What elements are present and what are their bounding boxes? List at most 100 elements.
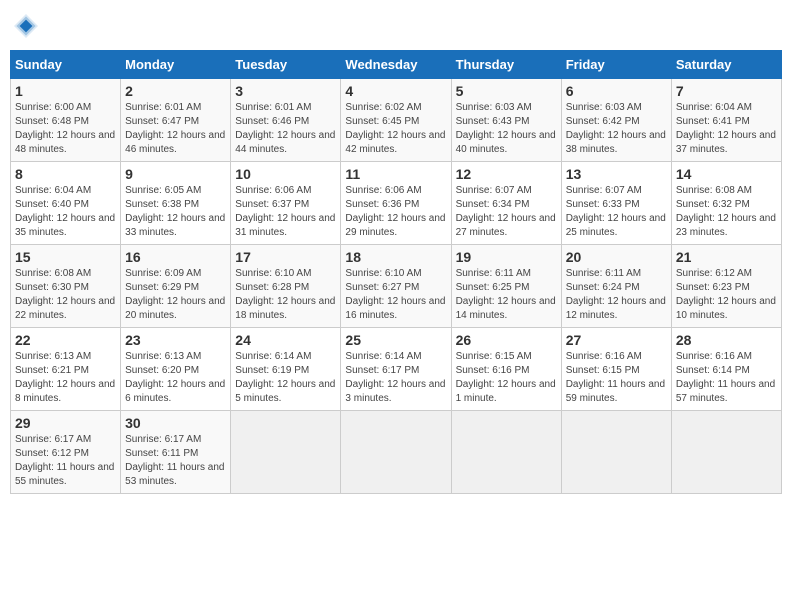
- calendar-body: 1 Sunrise: 6:00 AMSunset: 6:48 PMDayligh…: [11, 79, 782, 494]
- day-detail: Sunrise: 6:08 AMSunset: 6:32 PMDaylight:…: [676, 185, 776, 238]
- calendar-cell: 29 Sunrise: 6:17 AMSunset: 6:12 PMDaylig…: [11, 411, 121, 494]
- calendar-cell: [671, 411, 781, 494]
- calendar-cell: [561, 411, 671, 494]
- calendar-cell: 28 Sunrise: 6:16 AMSunset: 6:14 PMDaylig…: [671, 328, 781, 411]
- day-number: 7: [676, 83, 777, 99]
- day-detail: Sunrise: 6:06 AMSunset: 6:36 PMDaylight:…: [345, 185, 445, 238]
- calendar-week-1: 1 Sunrise: 6:00 AMSunset: 6:48 PMDayligh…: [11, 79, 782, 162]
- day-detail: Sunrise: 6:16 AMSunset: 6:14 PMDaylight:…: [676, 351, 775, 404]
- col-thursday: Thursday: [451, 51, 561, 79]
- day-number: 17: [235, 249, 336, 265]
- day-number: 11: [345, 166, 446, 182]
- calendar-cell: 15 Sunrise: 6:08 AMSunset: 6:30 PMDaylig…: [11, 245, 121, 328]
- calendar-cell: 23 Sunrise: 6:13 AMSunset: 6:20 PMDaylig…: [121, 328, 231, 411]
- logo: [10, 10, 46, 42]
- day-number: 21: [676, 249, 777, 265]
- day-detail: Sunrise: 6:08 AMSunset: 6:30 PMDaylight:…: [15, 268, 115, 321]
- calendar-cell: 13 Sunrise: 6:07 AMSunset: 6:33 PMDaylig…: [561, 162, 671, 245]
- col-sunday: Sunday: [11, 51, 121, 79]
- day-number: 5: [456, 83, 557, 99]
- day-number: 14: [676, 166, 777, 182]
- day-number: 6: [566, 83, 667, 99]
- calendar-cell: 24 Sunrise: 6:14 AMSunset: 6:19 PMDaylig…: [231, 328, 341, 411]
- day-detail: Sunrise: 6:04 AMSunset: 6:41 PMDaylight:…: [676, 102, 776, 155]
- day-detail: Sunrise: 6:13 AMSunset: 6:20 PMDaylight:…: [125, 351, 225, 404]
- calendar-cell: 16 Sunrise: 6:09 AMSunset: 6:29 PMDaylig…: [121, 245, 231, 328]
- day-detail: Sunrise: 6:17 AMSunset: 6:11 PMDaylight:…: [125, 434, 224, 487]
- calendar-table: Sunday Monday Tuesday Wednesday Thursday…: [10, 50, 782, 494]
- calendar-cell: [451, 411, 561, 494]
- day-detail: Sunrise: 6:02 AMSunset: 6:45 PMDaylight:…: [345, 102, 445, 155]
- day-number: 9: [125, 166, 226, 182]
- day-detail: Sunrise: 6:10 AMSunset: 6:27 PMDaylight:…: [345, 268, 445, 321]
- day-detail: Sunrise: 6:12 AMSunset: 6:23 PMDaylight:…: [676, 268, 776, 321]
- day-number: 8: [15, 166, 116, 182]
- header: [10, 10, 782, 42]
- day-detail: Sunrise: 6:06 AMSunset: 6:37 PMDaylight:…: [235, 185, 335, 238]
- day-number: 20: [566, 249, 667, 265]
- calendar-cell: [341, 411, 451, 494]
- day-number: 16: [125, 249, 226, 265]
- day-detail: Sunrise: 6:10 AMSunset: 6:28 PMDaylight:…: [235, 268, 335, 321]
- calendar-cell: 11 Sunrise: 6:06 AMSunset: 6:36 PMDaylig…: [341, 162, 451, 245]
- calendar-cell: [231, 411, 341, 494]
- day-number: 15: [15, 249, 116, 265]
- day-detail: Sunrise: 6:01 AMSunset: 6:46 PMDaylight:…: [235, 102, 335, 155]
- calendar-cell: 20 Sunrise: 6:11 AMSunset: 6:24 PMDaylig…: [561, 245, 671, 328]
- calendar-cell: 27 Sunrise: 6:16 AMSunset: 6:15 PMDaylig…: [561, 328, 671, 411]
- day-number: 30: [125, 415, 226, 431]
- day-detail: Sunrise: 6:07 AMSunset: 6:34 PMDaylight:…: [456, 185, 556, 238]
- col-wednesday: Wednesday: [341, 51, 451, 79]
- day-number: 19: [456, 249, 557, 265]
- calendar-cell: 8 Sunrise: 6:04 AMSunset: 6:40 PMDayligh…: [11, 162, 121, 245]
- calendar-cell: 4 Sunrise: 6:02 AMSunset: 6:45 PMDayligh…: [341, 79, 451, 162]
- day-number: 22: [15, 332, 116, 348]
- day-number: 25: [345, 332, 446, 348]
- calendar-cell: 10 Sunrise: 6:06 AMSunset: 6:37 PMDaylig…: [231, 162, 341, 245]
- day-detail: Sunrise: 6:09 AMSunset: 6:29 PMDaylight:…: [125, 268, 225, 321]
- day-detail: Sunrise: 6:11 AMSunset: 6:24 PMDaylight:…: [566, 268, 666, 321]
- day-number: 28: [676, 332, 777, 348]
- calendar-cell: 5 Sunrise: 6:03 AMSunset: 6:43 PMDayligh…: [451, 79, 561, 162]
- day-detail: Sunrise: 6:11 AMSunset: 6:25 PMDaylight:…: [456, 268, 556, 321]
- calendar-cell: 19 Sunrise: 6:11 AMSunset: 6:25 PMDaylig…: [451, 245, 561, 328]
- day-number: 3: [235, 83, 336, 99]
- day-detail: Sunrise: 6:17 AMSunset: 6:12 PMDaylight:…: [15, 434, 114, 487]
- day-number: 26: [456, 332, 557, 348]
- day-number: 2: [125, 83, 226, 99]
- day-number: 29: [15, 415, 116, 431]
- calendar-cell: 2 Sunrise: 6:01 AMSunset: 6:47 PMDayligh…: [121, 79, 231, 162]
- day-detail: Sunrise: 6:16 AMSunset: 6:15 PMDaylight:…: [566, 351, 665, 404]
- calendar-cell: 6 Sunrise: 6:03 AMSunset: 6:42 PMDayligh…: [561, 79, 671, 162]
- day-number: 12: [456, 166, 557, 182]
- day-detail: Sunrise: 6:00 AMSunset: 6:48 PMDaylight:…: [15, 102, 115, 155]
- calendar-week-5: 29 Sunrise: 6:17 AMSunset: 6:12 PMDaylig…: [11, 411, 782, 494]
- calendar-cell: 3 Sunrise: 6:01 AMSunset: 6:46 PMDayligh…: [231, 79, 341, 162]
- calendar-cell: 21 Sunrise: 6:12 AMSunset: 6:23 PMDaylig…: [671, 245, 781, 328]
- calendar-cell: 25 Sunrise: 6:14 AMSunset: 6:17 PMDaylig…: [341, 328, 451, 411]
- day-detail: Sunrise: 6:01 AMSunset: 6:47 PMDaylight:…: [125, 102, 225, 155]
- col-tuesday: Tuesday: [231, 51, 341, 79]
- calendar-week-3: 15 Sunrise: 6:08 AMSunset: 6:30 PMDaylig…: [11, 245, 782, 328]
- col-saturday: Saturday: [671, 51, 781, 79]
- calendar-header: Sunday Monday Tuesday Wednesday Thursday…: [11, 51, 782, 79]
- day-number: 4: [345, 83, 446, 99]
- day-number: 13: [566, 166, 667, 182]
- calendar-cell: 22 Sunrise: 6:13 AMSunset: 6:21 PMDaylig…: [11, 328, 121, 411]
- day-number: 27: [566, 332, 667, 348]
- calendar-cell: 7 Sunrise: 6:04 AMSunset: 6:41 PMDayligh…: [671, 79, 781, 162]
- calendar-week-4: 22 Sunrise: 6:13 AMSunset: 6:21 PMDaylig…: [11, 328, 782, 411]
- day-number: 18: [345, 249, 446, 265]
- day-number: 10: [235, 166, 336, 182]
- calendar-cell: 1 Sunrise: 6:00 AMSunset: 6:48 PMDayligh…: [11, 79, 121, 162]
- day-detail: Sunrise: 6:04 AMSunset: 6:40 PMDaylight:…: [15, 185, 115, 238]
- calendar-cell: 9 Sunrise: 6:05 AMSunset: 6:38 PMDayligh…: [121, 162, 231, 245]
- day-number: 1: [15, 83, 116, 99]
- day-detail: Sunrise: 6:15 AMSunset: 6:16 PMDaylight:…: [456, 351, 556, 404]
- day-number: 24: [235, 332, 336, 348]
- col-friday: Friday: [561, 51, 671, 79]
- day-detail: Sunrise: 6:03 AMSunset: 6:43 PMDaylight:…: [456, 102, 556, 155]
- day-detail: Sunrise: 6:14 AMSunset: 6:19 PMDaylight:…: [235, 351, 335, 404]
- calendar-cell: 12 Sunrise: 6:07 AMSunset: 6:34 PMDaylig…: [451, 162, 561, 245]
- col-monday: Monday: [121, 51, 231, 79]
